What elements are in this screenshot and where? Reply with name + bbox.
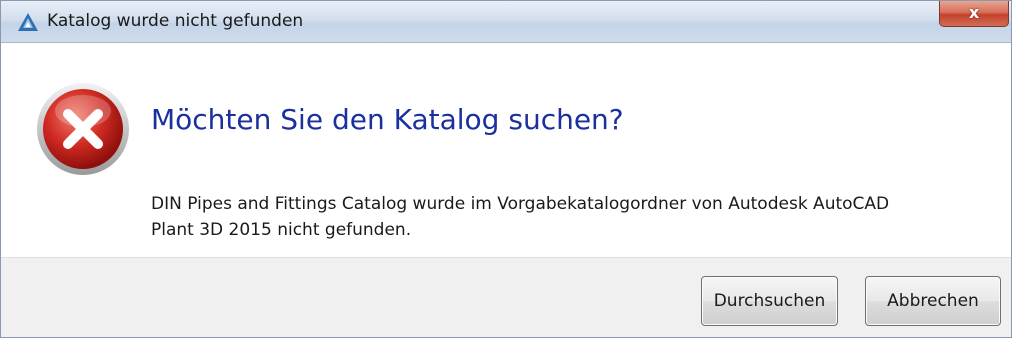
dialog-window: Katalog wurde nicht gefunden x Möchten S…: [0, 0, 1012, 338]
close-button[interactable]: x: [939, 1, 1009, 27]
title-bar[interactable]: Katalog wurde nicht gefunden x: [1, 1, 1011, 43]
autocad-plant-app-icon: [18, 13, 38, 31]
dialog-heading: Möchten Sie den Katalog suchen?: [151, 103, 624, 136]
error-icon: [37, 83, 129, 175]
browse-button[interactable]: Durchsuchen: [701, 276, 838, 326]
message-line-2: Plant 3D 2015 nicht gefunden.: [151, 220, 412, 240]
dialog-message: DIN Pipes and Fittings Catalog wurde im …: [151, 191, 991, 243]
dialog-content: Möchten Sie den Katalog suchen? DIN Pipe…: [1, 43, 1011, 257]
cancel-button[interactable]: Abbrechen: [865, 276, 1001, 326]
button-bar: Durchsuchen Abbrechen: [1, 257, 1011, 337]
window-title: Katalog wurde nicht gefunden: [47, 11, 304, 31]
message-line-1: DIN Pipes and Fittings Catalog wurde im …: [151, 194, 890, 214]
